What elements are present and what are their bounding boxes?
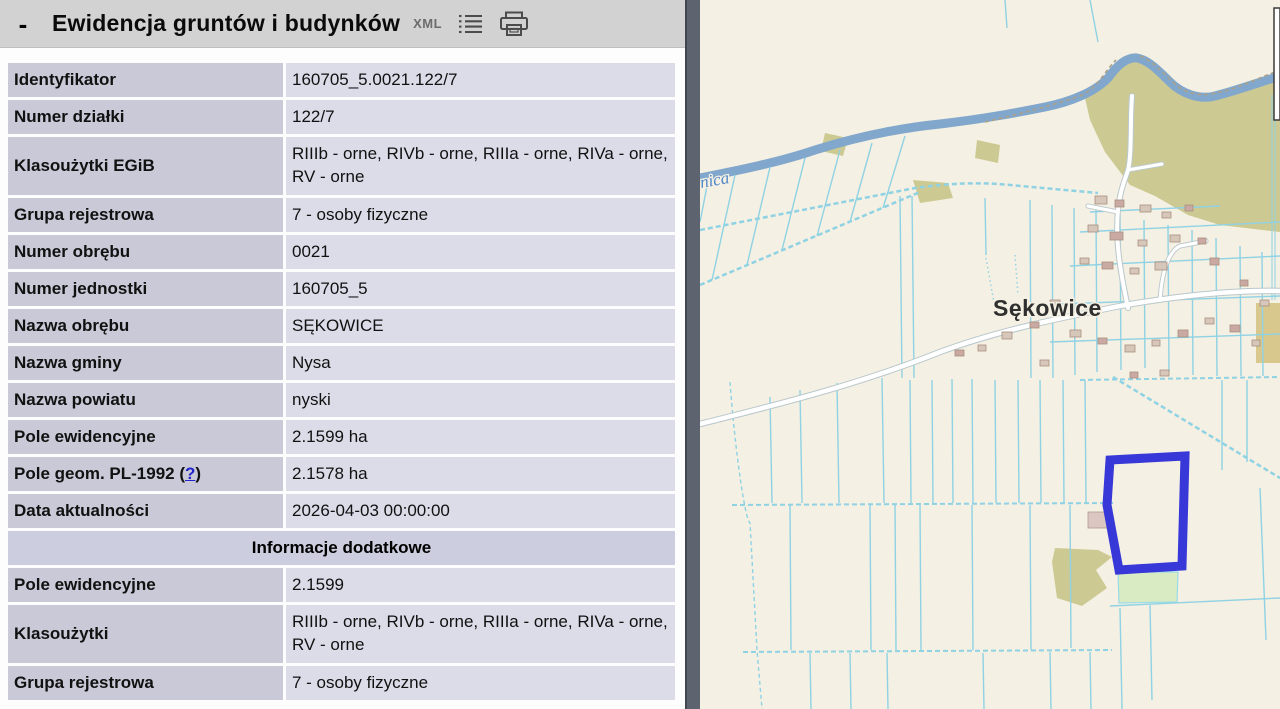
field-row: Data aktualności 2026-04-03 00:00:00 <box>8 494 675 528</box>
xml-export-button[interactable]: XML <box>413 16 442 31</box>
field-label: Numer jednostki <box>8 272 283 306</box>
field-label: Pole geom. PL-1992 (?) <box>8 457 283 491</box>
field-value: 0021 <box>286 235 675 269</box>
field-label: Grupa rejestrowa <box>8 666 283 700</box>
field-value: RIIIb - orne, RIVb - orne, RIIIa - orne,… <box>286 605 675 663</box>
field-row: Pole ewidencyjne 2.1599 ha <box>8 420 675 454</box>
parcel-attributes-table: Identyfikator 160705_5.0021.122/7 Numer … <box>5 60 678 703</box>
panel-toolbar: XML <box>413 11 529 37</box>
field-row: Numer obrębu 0021 <box>8 235 675 269</box>
help-link[interactable]: ? <box>185 464 195 483</box>
minimize-button[interactable]: - <box>10 11 36 37</box>
panel-splitter[interactable] <box>685 0 700 709</box>
field-row: Numer jednostki 160705_5 <box>8 272 675 306</box>
field-value: SĘKOWICE <box>286 309 675 343</box>
field-label: Numer obrębu <box>8 235 283 269</box>
field-value: 7 - osoby fizyczne <box>286 198 675 232</box>
field-row: Grupa rejestrowa 7 - osoby fizyczne <box>8 666 675 700</box>
field-value: Nysa <box>286 346 675 380</box>
field-label: Pole ewidencyjne <box>8 568 283 602</box>
field-label: Klasoużytki EGiB <box>8 137 283 195</box>
map-inset-panel[interactable] <box>1273 7 1280 121</box>
field-label: Klasoużytki <box>8 605 283 663</box>
field-row: Nazwa obrębu SĘKOWICE <box>8 309 675 343</box>
field-label: Numer działki <box>8 100 283 134</box>
printer-icon <box>500 11 529 36</box>
list-icon <box>459 14 483 33</box>
map-viewport[interactable]: nica Sękowice <box>700 0 1280 709</box>
field-value: 2.1599 ha <box>286 420 675 454</box>
attribute-panel: - Ewidencja gruntów i budynków XML Ident… <box>0 0 685 709</box>
panel-title: Ewidencja gruntów i budynków <box>52 10 401 36</box>
field-value: 2026-04-03 00:00:00 <box>286 494 675 528</box>
field-value: 122/7 <box>286 100 675 134</box>
field-row: Identyfikator 160705_5.0021.122/7 <box>8 63 675 97</box>
print-button[interactable] <box>499 11 529 37</box>
field-row: Pole geom. PL-1992 (?) 2.1578 ha <box>8 457 675 491</box>
field-value: RIIIb - orne, RIVb - orne, RIIIa - orne,… <box>286 137 675 195</box>
field-value: 160705_5.0021.122/7 <box>286 63 675 97</box>
field-label: Nazwa powiatu <box>8 383 283 417</box>
panel-header: - Ewidencja gruntów i budynków XML <box>0 0 685 48</box>
field-row: Klasoużytki RIIIb - orne, RIVb - orne, R… <box>8 605 675 663</box>
map-canvas[interactable]: nica Sękowice <box>700 0 1280 709</box>
field-row: Numer działki 122/7 <box>8 100 675 134</box>
section-header-row: Informacje dodatkowe <box>8 531 675 565</box>
field-row: Klasoużytki EGiB RIIIb - orne, RIVb - or… <box>8 137 675 195</box>
field-value: nyski <box>286 383 675 417</box>
field-value: 2.1578 ha <box>286 457 675 491</box>
field-row: Pole ewidencyjne 2.1599 <box>8 568 675 602</box>
field-value: 2.1599 <box>286 568 675 602</box>
field-value: 7 - osoby fizyczne <box>286 666 675 700</box>
field-row: Nazwa gminy Nysa <box>8 346 675 380</box>
field-row: Nazwa powiatu nyski <box>8 383 675 417</box>
section-header: Informacje dodatkowe <box>8 531 675 565</box>
grass-parcel <box>1117 571 1179 604</box>
field-label: Identyfikator <box>8 63 283 97</box>
field-label: Nazwa obrębu <box>8 309 283 343</box>
field-label: Grupa rejestrowa <box>8 198 283 232</box>
list-report-button[interactable] <box>457 13 484 35</box>
field-row: Grupa rejestrowa 7 - osoby fizyczne <box>8 198 675 232</box>
place-name-label: Sękowice <box>993 295 1102 321</box>
field-value: 160705_5 <box>286 272 675 306</box>
field-label: Pole ewidencyjne <box>8 420 283 454</box>
farmland-patch <box>1256 303 1280 363</box>
field-label: Nazwa gminy <box>8 346 283 380</box>
field-label: Data aktualności <box>8 494 283 528</box>
